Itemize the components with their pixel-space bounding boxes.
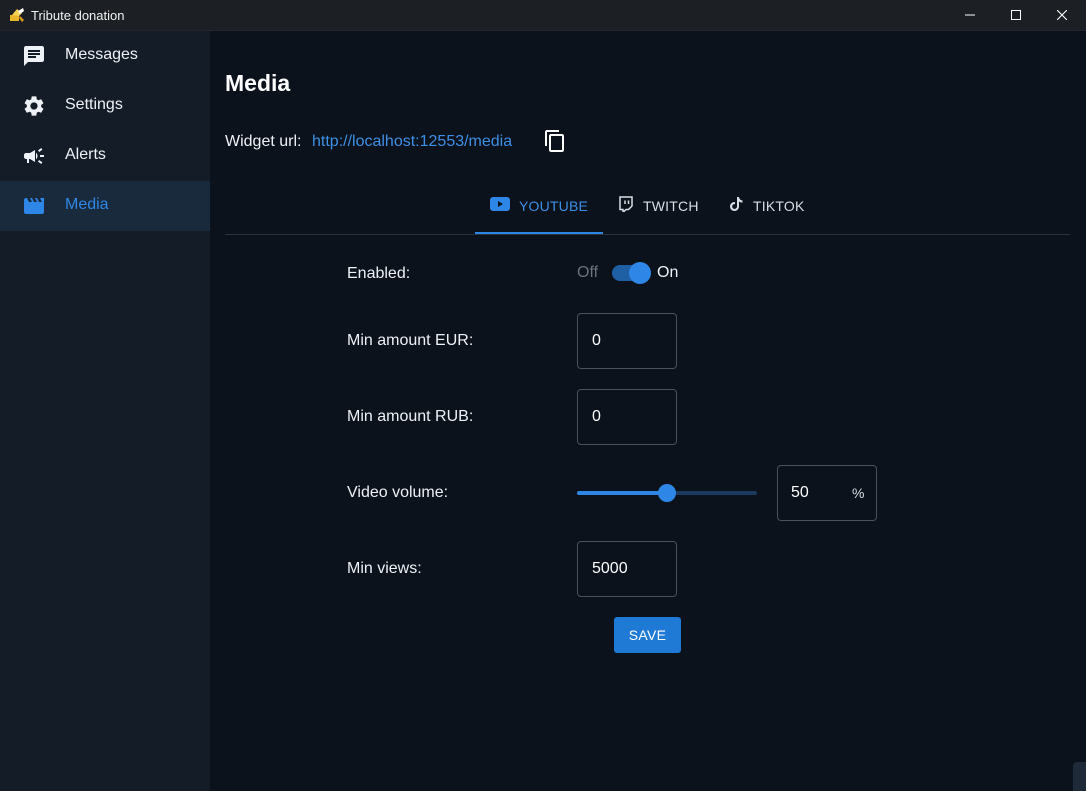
toggle-thumb bbox=[629, 262, 651, 284]
copy-icon bbox=[543, 129, 567, 158]
enabled-toggle[interactable] bbox=[612, 262, 651, 284]
clapperboard-icon bbox=[22, 194, 46, 218]
sidebar-item-label: Media bbox=[65, 196, 109, 213]
sidebar: Messages Settings Alerts Media bbox=[0, 31, 210, 791]
save-button[interactable]: SAVE bbox=[614, 617, 681, 653]
volume-unit: % bbox=[852, 485, 865, 501]
sidebar-item-media[interactable]: Media bbox=[0, 181, 210, 231]
maximize-icon bbox=[1011, 7, 1021, 25]
volume-input[interactable] bbox=[791, 466, 841, 520]
edge-handle bbox=[1073, 762, 1086, 791]
sidebar-item-settings[interactable]: Settings bbox=[0, 81, 210, 131]
tab-label: YOUTUBE bbox=[518, 197, 589, 214]
min-views-input[interactable] bbox=[577, 541, 677, 597]
sidebar-item-messages[interactable]: Messages bbox=[0, 31, 210, 81]
min-eur-input[interactable] bbox=[577, 313, 677, 369]
volume-field: % bbox=[777, 465, 877, 521]
toggle-off-label: Off bbox=[577, 264, 599, 281]
sidebar-item-label: Messages bbox=[65, 46, 138, 63]
minimize-icon bbox=[965, 7, 975, 25]
maximize-button[interactable] bbox=[993, 0, 1039, 31]
sidebar-item-alerts[interactable]: Alerts bbox=[0, 131, 210, 181]
tiktok-icon bbox=[728, 196, 744, 215]
min-views-label: Min views: bbox=[347, 560, 422, 577]
volume-slider[interactable] bbox=[577, 483, 757, 503]
title-bar: Tribute donation bbox=[0, 0, 1086, 31]
sidebar-item-label: Alerts bbox=[65, 146, 106, 163]
tab-label: TWITCH bbox=[643, 197, 699, 214]
min-rub-label: Min amount RUB: bbox=[347, 408, 474, 425]
close-icon bbox=[1056, 7, 1068, 25]
toggle-on-label: On bbox=[657, 264, 679, 281]
tab-label: TIKTOK bbox=[753, 197, 805, 214]
slider-track bbox=[577, 491, 667, 495]
gear-icon bbox=[22, 94, 46, 118]
copy-url-button[interactable] bbox=[540, 128, 570, 158]
tab-tiktok[interactable]: TIKTOK bbox=[728, 177, 805, 234]
enabled-label: Enabled: bbox=[347, 265, 411, 282]
megaphone-icon bbox=[22, 144, 46, 168]
tab-youtube[interactable]: YOUTUBE bbox=[475, 177, 603, 234]
platform-tabs: YOUTUBE TWITCH TIKTOK bbox=[225, 177, 1070, 235]
video-volume-label: Video volume: bbox=[347, 484, 449, 501]
widget-url-label: Widget url: bbox=[225, 133, 302, 150]
twitch-icon bbox=[618, 196, 634, 215]
slider-thumb[interactable] bbox=[658, 484, 676, 502]
chat-icon bbox=[22, 44, 46, 68]
min-rub-input[interactable] bbox=[577, 389, 677, 445]
sidebar-item-label: Settings bbox=[65, 96, 123, 113]
widget-url-link[interactable]: http://localhost:12553/media bbox=[312, 133, 512, 151]
tab-twitch[interactable]: TWITCH bbox=[618, 177, 699, 234]
window-title: Tribute donation bbox=[31, 8, 125, 23]
min-eur-label: Min amount EUR: bbox=[347, 332, 474, 349]
main-panel: Media Widget url: http://localhost:12553… bbox=[210, 31, 1086, 791]
close-button[interactable] bbox=[1039, 0, 1085, 31]
active-tab-indicator bbox=[475, 232, 603, 234]
tribute-logo-icon bbox=[9, 7, 25, 23]
minimize-button[interactable] bbox=[947, 0, 993, 31]
youtube-icon bbox=[489, 197, 510, 214]
page-title: Media bbox=[225, 70, 291, 96]
